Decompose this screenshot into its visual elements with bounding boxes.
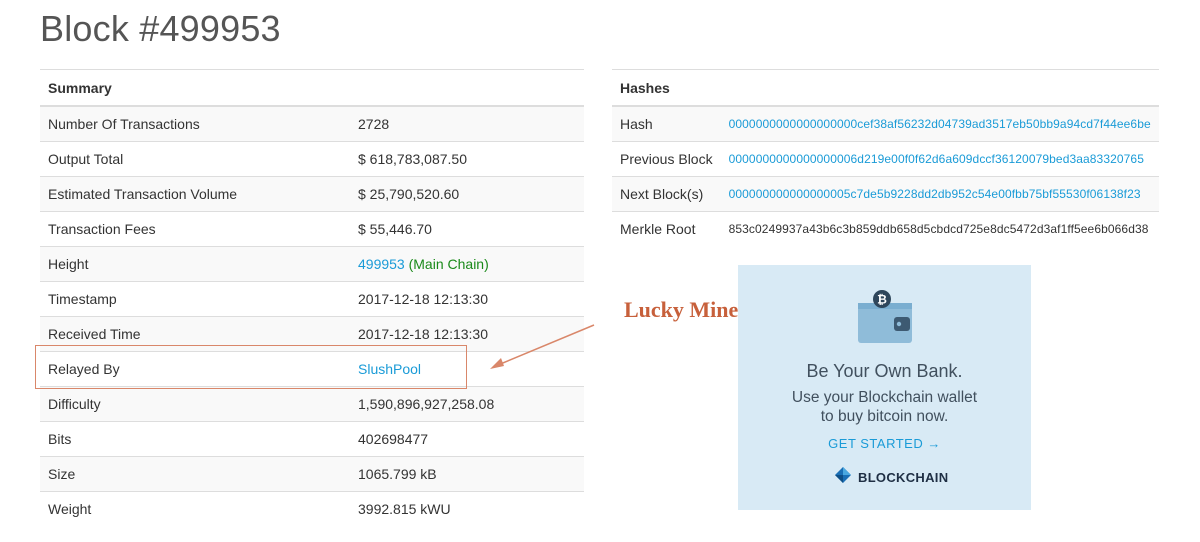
hashes-table: Hashes Hash 0000000000000000000cef38af56… [612, 69, 1159, 246]
summary-row-estimated-volume: Estimated Transaction Volume $ 25,790,52… [40, 176, 584, 212]
row-label: Number Of Transactions [40, 105, 350, 142]
ad-line-1: Use your Blockchain wallet [791, 389, 978, 406]
get-started-link[interactable]: GET STARTED → [738, 436, 1031, 451]
summary-header: Summary [40, 69, 584, 107]
row-label: Height [40, 246, 350, 282]
brand-name: BLOCKCHAIN [858, 470, 949, 485]
ad-line-2: to buy bitcoin now. [820, 408, 949, 425]
row-value: $ 25,790,520.60 [350, 176, 584, 212]
row-label: Transaction Fees [40, 211, 350, 247]
row-value: $ 55,446.70 [350, 211, 584, 247]
blockchain-logo-icon [834, 466, 852, 489]
summary-table: Summary Number Of Transactions 2728 Outp… [40, 69, 584, 526]
row-label: Timestamp [40, 281, 350, 317]
row-value: 402698477 [350, 421, 584, 457]
hashes-row-merkle-root: Merkle Root 853c0249937a43b6c3b859ddb658… [612, 211, 1159, 246]
row-value-hash: 0000000000000000000cef38af56232d04739ad3… [720, 105, 1159, 142]
row-value-relayed: SlushPool [350, 351, 584, 387]
summary-row-size: Size 1065.799 kB [40, 456, 584, 492]
row-value: 2728 [350, 105, 584, 142]
row-label: Next Block(s) [612, 176, 721, 212]
summary-row-transactions: Number Of Transactions 2728 [40, 105, 584, 142]
blockchain-brand: BLOCKCHAIN [834, 466, 948, 489]
summary-row-transaction-fees: Transaction Fees $ 55,446.70 [40, 211, 584, 247]
merkle-root-value: 853c0249937a43b6c3b859ddb658d5cbdcd725e8… [720, 211, 1159, 246]
hashes-header: Hashes [612, 69, 1159, 107]
annotation-label: Lucky Miner [624, 297, 749, 322]
summary-row-timestamp: Timestamp 2017-12-18 12:13:30 [40, 281, 584, 317]
row-value: 1065.799 kB [350, 456, 584, 492]
row-label: Size [40, 456, 350, 492]
page-title: Block #499953 [40, 8, 281, 49]
hashes-row-previous-block: Previous Block 0000000000000000006d219e0… [612, 141, 1159, 177]
main-chain-label: (Main Chain) [408, 256, 489, 272]
wallet-bitcoin-icon: ₿ [854, 287, 916, 354]
ad-title: Be Your Own Bank. [806, 361, 963, 381]
height-link[interactable]: 499953 [358, 256, 405, 272]
row-label: Weight [40, 491, 350, 526]
summary-row-bits: Bits 402698477 [40, 421, 584, 457]
blockchain-ad-banner[interactable]: ₿ Be Your Own Bank. Use your Blockchain … [738, 265, 1031, 510]
row-value: 2017-12-18 12:13:30 [350, 281, 584, 317]
row-value: $ 618,783,087.50 [350, 141, 584, 177]
summary-row-received-time: Received Time 2017-12-18 12:13:30 [40, 316, 584, 352]
summary-row-weight: Weight 3992.815 kWU [40, 491, 584, 526]
row-label: Received Time [40, 316, 350, 352]
row-value: 1,590,896,927,258.08 [350, 386, 584, 422]
hashes-row-hash: Hash 0000000000000000000cef38af56232d047… [612, 105, 1159, 142]
row-value-height: 499953 (Main Chain) [350, 246, 584, 282]
row-label: Bits [40, 421, 350, 457]
relayed-by-link[interactable]: SlushPool [358, 361, 421, 377]
row-label: Relayed By [40, 351, 350, 387]
summary-row-relayed-by: Relayed By SlushPool [40, 351, 584, 387]
hash-link[interactable]: 0000000000000000000cef38af56232d04739ad3… [729, 117, 1151, 131]
svg-text:₿: ₿ [877, 293, 887, 307]
summary-row-height: Height 499953 (Main Chain) [40, 246, 584, 282]
row-label: Merkle Root [612, 211, 721, 246]
hashes-row-next-block: Next Block(s) 000000000000000005c7de5b92… [612, 176, 1159, 212]
row-label: Hash [612, 105, 721, 142]
row-label: Previous Block [612, 141, 721, 177]
row-value: 2017-12-18 12:13:30 [350, 316, 584, 352]
row-value-next: 000000000000000005c7de5b9228dd2db952c54e… [720, 176, 1159, 212]
summary-row-output-total: Output Total $ 618,783,087.50 [40, 141, 584, 177]
row-value-prev: 0000000000000000006d219e00f0f62d6a609dcc… [720, 141, 1159, 177]
row-label: Difficulty [40, 386, 350, 422]
next-block-link[interactable]: 000000000000000005c7de5b9228dd2db952c54e… [729, 187, 1141, 201]
previous-block-link[interactable]: 0000000000000000006d219e00f0f62d6a609dcc… [729, 152, 1144, 166]
summary-row-difficulty: Difficulty 1,590,896,927,258.08 [40, 386, 584, 422]
row-label: Output Total [40, 141, 350, 177]
row-value: 3992.815 kWU [350, 491, 584, 526]
row-label: Estimated Transaction Volume [40, 176, 350, 212]
